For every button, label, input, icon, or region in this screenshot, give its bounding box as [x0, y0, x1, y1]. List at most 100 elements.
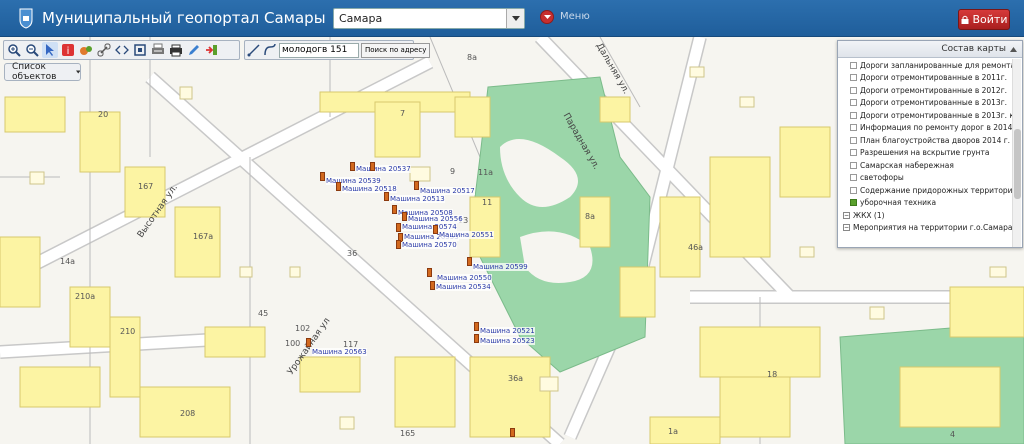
layer-label: уборочная техника — [860, 198, 937, 208]
vehicle-label[interactable]: Машина 20517 — [420, 187, 475, 195]
layer-item[interactable]: План благоустройства дворов 2014 г. — [838, 134, 1014, 147]
vehicle-marker[interactable] — [336, 182, 341, 191]
layer-label: План благоустройства дворов 2014 г. — [860, 135, 1011, 145]
layer-item[interactable]: Дороги отремонтированные в 2012г. — [838, 84, 1014, 97]
vehicle-marker[interactable] — [370, 162, 375, 171]
layer-item[interactable]: Самарская набережная — [838, 159, 1014, 172]
layers-scrollbar[interactable] — [1012, 59, 1021, 247]
edit-icon[interactable] — [186, 42, 202, 58]
layer-label: Информация по ремонту дорог в 2014 году — [860, 123, 1014, 133]
code-icon[interactable] — [114, 42, 130, 58]
layer-checkbox[interactable] — [850, 199, 857, 207]
layer-item[interactable]: Дороги запланированные для ремонта в 201… — [838, 59, 1014, 72]
address-search-button[interactable]: Поиск по адресу — [361, 42, 431, 58]
measure-icon[interactable] — [247, 42, 261, 58]
layer-label: Дороги отремонтированные в 2013г. — [860, 98, 1008, 108]
vehicle-label[interactable]: Машина 20537 — [356, 165, 411, 173]
layer-item[interactable]: уборочная техника — [838, 197, 1014, 210]
vehicle-label[interactable]: Машина 20556 — [408, 215, 463, 223]
vehicle-marker[interactable] — [467, 257, 472, 266]
layers-panel-title: Состав карты — [941, 44, 1006, 54]
layer-checkbox[interactable] — [850, 174, 857, 182]
layers-icon[interactable] — [78, 42, 94, 58]
info-icon[interactable]: i — [60, 42, 76, 58]
vehicle-marker[interactable] — [396, 223, 401, 232]
vehicle-marker[interactable] — [427, 268, 432, 277]
expand-icon[interactable]: − — [843, 211, 850, 219]
layer-group-label: Мероприятия на территории г.о.Самара (5 — [853, 223, 1014, 233]
layer-item[interactable]: светофоры — [838, 172, 1014, 185]
vehicle-marker[interactable] — [474, 334, 479, 343]
print-icon[interactable] — [168, 42, 184, 58]
vehicle-marker[interactable] — [392, 205, 397, 214]
vehicle-marker[interactable] — [320, 172, 325, 181]
vehicle-label[interactable]: Машина 20551 — [439, 231, 494, 239]
route-icon[interactable] — [263, 42, 277, 58]
city-select[interactable]: Самара — [333, 8, 525, 29]
vehicle-label[interactable]: Машина 20523 — [480, 337, 535, 345]
building-number: 165 — [400, 429, 416, 438]
layer-checkbox[interactable] — [850, 86, 857, 94]
menu-button[interactable] — [540, 10, 554, 24]
layer-checkbox[interactable] — [850, 186, 857, 194]
layer-checkbox[interactable] — [850, 111, 857, 119]
app-header: Муниципальный геопортал Самары Самара Ме… — [0, 0, 1024, 37]
vehicle-label[interactable]: Машина 20521 — [480, 327, 535, 335]
vehicle-marker[interactable] — [306, 338, 311, 347]
layer-checkbox[interactable] — [850, 61, 857, 69]
layer-label: Самарская набережная — [860, 160, 954, 170]
vehicle-marker[interactable] — [402, 212, 407, 221]
building-number: 208 — [180, 409, 196, 418]
link-icon[interactable] — [96, 42, 112, 58]
layers-panel-header[interactable]: Состав карты — [838, 41, 1022, 58]
fullscreen-icon[interactable] — [132, 42, 148, 58]
vehicle-marker[interactable] — [474, 322, 479, 331]
layer-item[interactable]: Содержание придорожных территорий города — [838, 184, 1014, 197]
vehicle-marker[interactable] — [510, 428, 515, 437]
vehicle-marker[interactable] — [384, 192, 389, 201]
vehicle-marker[interactable] — [433, 225, 438, 234]
vehicle-label[interactable]: Машина 20574 — [402, 223, 457, 231]
objects-list-button[interactable]: Список объектов — [4, 62, 81, 82]
layer-checkbox[interactable] — [850, 161, 857, 169]
city-emblem-icon — [19, 8, 33, 29]
layer-checkbox[interactable] — [850, 149, 857, 157]
expand-icon[interactable]: − — [843, 224, 850, 232]
scroll-thumb[interactable] — [1014, 129, 1021, 199]
layer-item[interactable]: Информация по ремонту дорог в 2014 году — [838, 122, 1014, 135]
vehicle-marker[interactable] — [430, 281, 435, 290]
chevron-up-icon[interactable] — [1010, 46, 1017, 52]
zoom-in-icon[interactable] — [6, 42, 22, 58]
vehicle-label[interactable]: Машина 20513 — [390, 195, 445, 203]
vehicle-label[interactable]: Машина 20539 — [326, 177, 381, 185]
vehicle-label[interactable]: Машина 20570 — [402, 241, 457, 249]
layer-checkbox[interactable] — [850, 136, 857, 144]
layer-group[interactable]: − ЖКХ (1) — [838, 209, 1014, 222]
layer-item[interactable]: Дороги отремонтированные в 2011г. — [838, 72, 1014, 85]
vehicle-marker[interactable] — [396, 240, 401, 249]
building-number: 20 — [98, 110, 109, 119]
layer-item[interactable]: Дороги отремонтированные в 2013г. — [838, 97, 1014, 110]
zoom-out-icon[interactable] — [24, 42, 40, 58]
address-search-input[interactable] — [279, 42, 359, 58]
building-number: 210 — [120, 327, 136, 336]
vehicle-label[interactable]: Машина 20550 — [437, 274, 492, 282]
menu-label[interactable]: Меню — [560, 11, 590, 22]
layer-label: Содержание придорожных территорий города — [860, 185, 1014, 195]
vehicle-marker[interactable] — [414, 181, 419, 190]
vehicle-label[interactable]: Машина 20563 — [312, 348, 367, 356]
vehicle-marker[interactable] — [350, 162, 355, 171]
layer-item[interactable]: Разрешения на вскрытие грунта — [838, 147, 1014, 160]
chevron-down-icon[interactable] — [506, 9, 524, 28]
print-settings-icon[interactable] — [150, 42, 166, 58]
vehicle-label[interactable]: Машина 20599 — [473, 263, 528, 271]
layer-checkbox[interactable] — [850, 74, 857, 82]
pointer-icon[interactable] — [42, 42, 58, 58]
layer-group[interactable]: − Мероприятия на территории г.о.Самара (5 — [838, 222, 1014, 235]
exit-icon[interactable] — [204, 42, 220, 58]
layer-checkbox[interactable] — [850, 99, 857, 107]
login-button[interactable]: Войти — [958, 9, 1010, 30]
layer-checkbox[interactable] — [850, 124, 857, 132]
layer-item[interactable]: Дороги отремонтированные в 2013г. картам… — [838, 109, 1014, 122]
vehicle-label[interactable]: Машина 20534 — [436, 283, 491, 291]
